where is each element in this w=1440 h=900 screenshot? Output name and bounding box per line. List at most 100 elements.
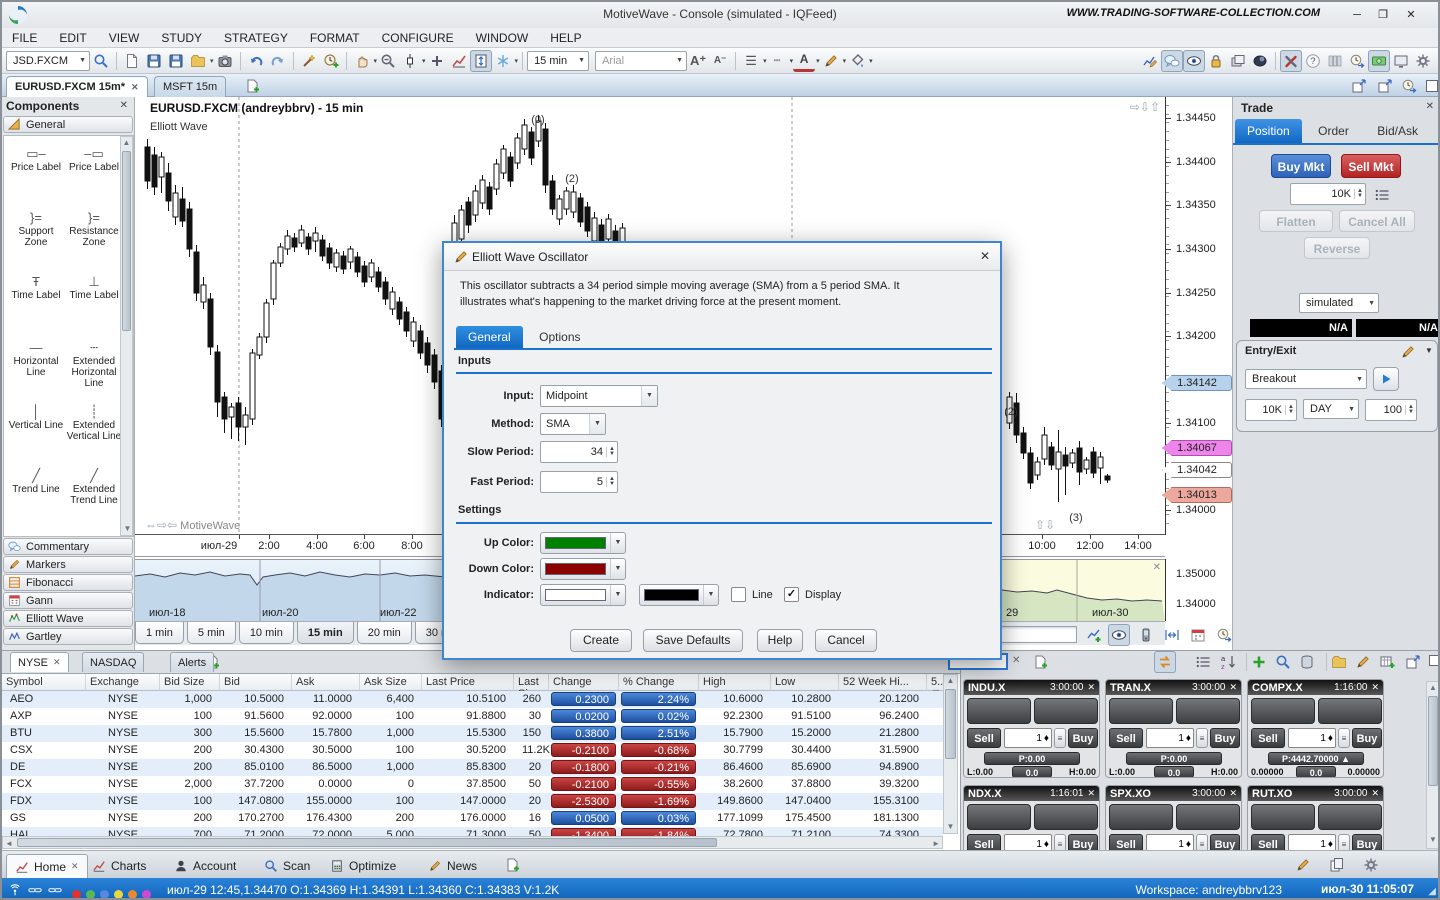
mobile-alerts-icon[interactable] [1135, 624, 1157, 646]
dialog-titlebar[interactable]: Elliott Wave Oscillator ✕ [444, 243, 1000, 271]
tile-header[interactable]: RUT.XO3:00:00✕ [1248, 786, 1383, 801]
link-dot[interactable] [72, 890, 81, 899]
watchlist-tab-alerts[interactable]: Alerts [170, 652, 214, 672]
reverse-button[interactable]: Reverse [1304, 237, 1370, 259]
position-button[interactable]: P:4442.70000 ▲ [1268, 752, 1364, 765]
close-icon[interactable]: ✕ [120, 100, 128, 111]
ask-button[interactable] [1034, 804, 1098, 830]
new-document-icon[interactable] [121, 50, 143, 72]
quote-tile-spx.xo[interactable]: SPX.XO3:00:00✕Sell1♦≡BuyP:0.00 [1105, 785, 1242, 851]
duplicate-tab-icon[interactable] [1374, 75, 1396, 97]
close-icon[interactable]: ✕ [53, 657, 61, 668]
group-gann[interactable]: Gann [3, 592, 133, 609]
sell-button[interactable]: Sell [967, 728, 1001, 748]
mask-icon[interactable] [1249, 50, 1271, 72]
chevron-down-icon[interactable]: ▼ [1425, 346, 1433, 355]
column-header-low[interactable]: Low [771, 674, 839, 691]
save-icon[interactable] [143, 50, 165, 72]
bid-button[interactable] [967, 698, 1031, 724]
sell-button[interactable]: Sell [1251, 834, 1285, 851]
group-markers[interactable]: Markers [3, 556, 133, 573]
tile-qty-stepper[interactable]: 1♦ [1288, 728, 1336, 748]
create-button[interactable]: Create [570, 629, 632, 652]
group-elliott-wave[interactable]: Elliott Wave [3, 610, 133, 627]
detach-panel-icon[interactable] [1402, 651, 1424, 673]
timeframe-20min[interactable]: 20 min [357, 622, 412, 644]
comments-icon[interactable] [1161, 50, 1183, 72]
component-item[interactable]: ▭–Price Label [8, 146, 64, 173]
import-list-icon[interactable] [1328, 651, 1350, 673]
font-increase-icon[interactable]: A⁺ [687, 50, 709, 72]
level-stepper[interactable]: 100▲▼ [1365, 399, 1417, 421]
position-button[interactable]: P:0.00 [984, 752, 1080, 765]
resize-grip[interactable]: ◢ [1428, 886, 1436, 897]
lock-chart-icon[interactable] [1205, 50, 1227, 72]
component-item[interactable]: ╱Trend Line [8, 468, 64, 495]
qty-presets-icon[interactable]: ≡ [1196, 728, 1208, 748]
component-item[interactable]: –▭Price Label [66, 146, 122, 173]
menu-item-edit[interactable]: EDIT [59, 31, 86, 45]
column-header-ask[interactable]: Ask [292, 674, 360, 691]
save-defaults-button[interactable]: Save Defaults [643, 629, 743, 652]
menu-item-strategy[interactable]: STRATEGY [224, 31, 288, 45]
layers-icon[interactable] [1227, 50, 1249, 72]
add-study-icon[interactable] [1083, 624, 1105, 646]
column-header-bid-size[interactable]: Bid Size [160, 674, 220, 691]
search-icon[interactable] [90, 50, 112, 72]
chart-nav-arrows-icon[interactable]: ⇨⇩⇧ [1130, 100, 1160, 114]
quote-tile-compx.x[interactable]: COMPX.X1:16:00✕Sell1♦≡BuyP:4442.70000 ▲0… [1247, 679, 1384, 778]
text-color-icon[interactable]: A [793, 50, 815, 72]
tile-qty-stepper[interactable]: 1♦ [1146, 834, 1194, 851]
input-combobox[interactable]: Midpoint▼ [540, 385, 658, 407]
quote-tile-rut.xo[interactable]: RUT.XO3:00:00✕Sell1♦≡BuyP:0.00 [1247, 785, 1384, 851]
sell-mkt-button[interactable]: Sell Mkt [1341, 154, 1401, 178]
link-dot[interactable] [86, 890, 95, 899]
tif-combobox[interactable]: DAY▼ [1303, 399, 1359, 419]
mid-button[interactable]: 0.0 [1012, 766, 1052, 778]
scroll-arrows-icon[interactable]: ⇧⇩ [1035, 518, 1055, 532]
watchlist-tab-nyse[interactable]: NYSE✕ [10, 652, 69, 672]
close-button[interactable]: ✕ [1400, 6, 1422, 24]
sell-button[interactable]: Sell [1109, 728, 1143, 748]
close-icon[interactable]: ✕ [1225, 682, 1241, 693]
sell-button[interactable]: Sell [1109, 834, 1143, 851]
timeframe-15min[interactable]: 15 min [297, 622, 354, 644]
table-row[interactable]: AEONYSE1,00010.500011.00006,40010.510026… [2, 691, 943, 708]
freeze-icon[interactable] [492, 50, 514, 72]
tile-header[interactable]: TRAN.X3:00:00✕ [1106, 680, 1241, 695]
visibility-icon[interactable] [1183, 50, 1205, 72]
cancel-button[interactable]: Cancel [815, 629, 877, 652]
marker-color-icon[interactable] [820, 50, 842, 72]
sell-button[interactable]: Sell [1251, 728, 1285, 748]
link-group-dots[interactable] [72, 886, 156, 900]
run-strategy-button[interactable] [1373, 367, 1399, 391]
menu-item-configure[interactable]: CONFIGURE [382, 31, 454, 45]
close-icon[interactable]: ✕ [1225, 788, 1241, 799]
position-button[interactable]: P:0.00 [1126, 752, 1222, 765]
menu-item-file[interactable]: FILE [12, 31, 37, 45]
screenshot-icon[interactable] [214, 50, 236, 72]
font-decrease-icon[interactable]: A⁻ [709, 50, 731, 72]
table-row[interactable]: GSNYSE200170.2700176.4300200176.0000160.… [2, 810, 943, 827]
zoom-out-icon[interactable] [377, 50, 399, 72]
mid-button[interactable]: 0.0 [1154, 766, 1194, 778]
buy-button[interactable]: Buy [1068, 834, 1098, 851]
qty-presets-icon[interactable]: ≡ [1196, 834, 1208, 851]
column-header-5-[interactable]: 5.. [927, 674, 944, 691]
add-table-icon[interactable] [1376, 651, 1398, 673]
tab-bidask[interactable]: Bid/Ask [1365, 119, 1430, 143]
component-item[interactable]: │Vertical Line [8, 404, 64, 431]
menu-item-window[interactable]: WINDOW [476, 31, 529, 45]
page-tab-scan[interactable]: Scan [256, 854, 318, 878]
tiles-vscrollbar[interactable]: ▲ ▼ [1426, 681, 1440, 849]
menu-item-view[interactable]: VIEW [109, 31, 140, 45]
column-header--change[interactable]: % Change [619, 674, 699, 691]
watchlist-tab-nasdaq[interactable]: NASDAQ [82, 652, 144, 672]
components-scrollbar[interactable]: ▲▼ [120, 136, 133, 536]
component-item[interactable]: ┄Extended Horizontal Line [66, 340, 122, 389]
qty-presets-icon[interactable]: ≡ [1054, 728, 1066, 748]
qty-presets-icon[interactable]: ≡ [1054, 834, 1066, 851]
tile-header[interactable]: INDU.X3:00:00✕ [964, 680, 1099, 695]
sort-az-icon[interactable]: az [1218, 651, 1240, 673]
close-icon[interactable]: ✕ [1367, 788, 1383, 799]
